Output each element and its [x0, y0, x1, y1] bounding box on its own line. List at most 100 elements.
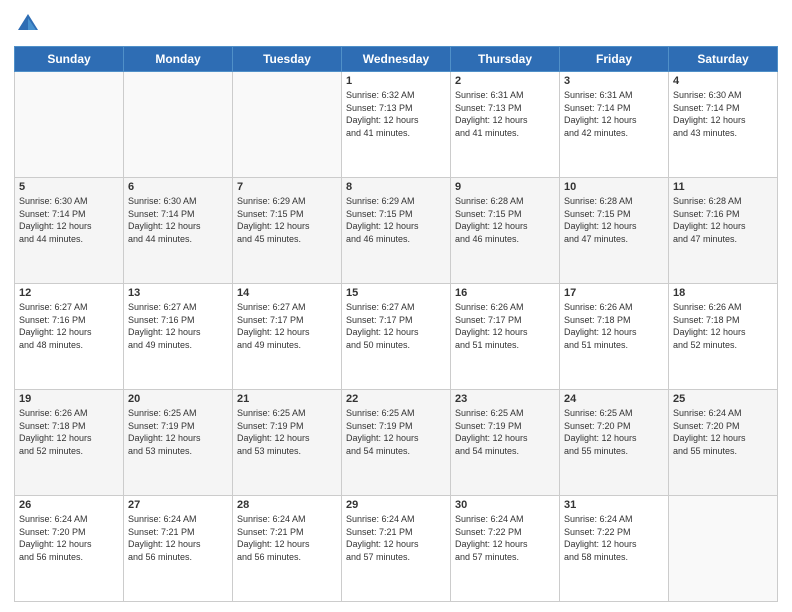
day-header-tuesday: Tuesday — [233, 47, 342, 72]
day-info: Sunrise: 6:25 AM Sunset: 7:19 PM Dayligh… — [128, 407, 228, 457]
day-cell: 4 Sunrise: 6:30 AM Sunset: 7:14 PM Daylig… — [669, 72, 778, 178]
day-number: 18 — [673, 287, 773, 299]
day-info: Sunrise: 6:24 AM Sunset: 7:21 PM Dayligh… — [237, 513, 337, 563]
day-number: 22 — [346, 393, 446, 405]
day-header-monday: Monday — [124, 47, 233, 72]
day-info: Sunrise: 6:26 AM Sunset: 7:18 PM Dayligh… — [19, 407, 119, 457]
day-cell: 9 Sunrise: 6:28 AM Sunset: 7:15 PM Daylig… — [451, 178, 560, 284]
day-cell: 6 Sunrise: 6:30 AM Sunset: 7:14 PM Daylig… — [124, 178, 233, 284]
week-row-5: 26Sunrise: 6:24 AM Sunset: 7:20 PM Dayli… — [15, 496, 778, 602]
day-info: Sunrise: 6:24 AM Sunset: 7:22 PM Dayligh… — [564, 513, 664, 563]
day-cell: 28 Sunrise: 6:24 AM Sunset: 7:21 PM Dayli… — [233, 496, 342, 602]
day-cell: 31 Sunrise: 6:24 AM Sunset: 7:22 PM Dayli… — [560, 496, 669, 602]
day-info: Sunrise: 6:28 AM Sunset: 7:15 PM Dayligh… — [564, 195, 664, 245]
day-info: Sunrise: 6:30 AM Sunset: 7:14 PM Dayligh… — [673, 89, 773, 139]
day-info: Sunrise: 6:32 AM Sunset: 7:13 PM Dayligh… — [346, 89, 446, 139]
day-cell: 26Sunrise: 6:24 AM Sunset: 7:20 PM Dayli… — [15, 496, 124, 602]
day-info: Sunrise: 6:29 AM Sunset: 7:15 PM Dayligh… — [346, 195, 446, 245]
day-info: Sunrise: 6:25 AM Sunset: 7:19 PM Dayligh… — [346, 407, 446, 457]
day-number: 17 — [564, 287, 664, 299]
day-info: Sunrise: 6:29 AM Sunset: 7:15 PM Dayligh… — [237, 195, 337, 245]
day-number: 29 — [346, 499, 446, 511]
day-cell: 13 Sunrise: 6:27 AM Sunset: 7:16 PM Dayli… — [124, 284, 233, 390]
day-cell: 1 Sunrise: 6:32 AM Sunset: 7:13 PM Daylig… — [342, 72, 451, 178]
day-number: 2 — [455, 75, 555, 87]
calendar-body: 1 Sunrise: 6:32 AM Sunset: 7:13 PM Daylig… — [15, 72, 778, 602]
day-number: 21 — [237, 393, 337, 405]
logo-icon — [14, 10, 42, 38]
day-header-saturday: Saturday — [669, 47, 778, 72]
day-info: Sunrise: 6:24 AM Sunset: 7:20 PM Dayligh… — [673, 407, 773, 457]
day-info: Sunrise: 6:27 AM Sunset: 7:16 PM Dayligh… — [19, 301, 119, 351]
day-info: Sunrise: 6:24 AM Sunset: 7:21 PM Dayligh… — [346, 513, 446, 563]
page: SundayMondayTuesdayWednesdayThursdayFrid… — [0, 0, 792, 612]
day-cell: 16 Sunrise: 6:26 AM Sunset: 7:17 PM Dayli… — [451, 284, 560, 390]
day-cell — [15, 72, 124, 178]
day-cell: 10 Sunrise: 6:28 AM Sunset: 7:15 PM Dayli… — [560, 178, 669, 284]
day-number: 10 — [564, 181, 664, 193]
day-number: 4 — [673, 75, 773, 87]
day-info: Sunrise: 6:31 AM Sunset: 7:13 PM Dayligh… — [455, 89, 555, 139]
day-number: 24 — [564, 393, 664, 405]
day-number: 11 — [673, 181, 773, 193]
day-number: 20 — [128, 393, 228, 405]
day-cell: 2 Sunrise: 6:31 AM Sunset: 7:13 PM Daylig… — [451, 72, 560, 178]
day-cell: 8 Sunrise: 6:29 AM Sunset: 7:15 PM Daylig… — [342, 178, 451, 284]
week-row-2: 5Sunrise: 6:30 AM Sunset: 7:14 PM Daylig… — [15, 178, 778, 284]
day-info: Sunrise: 6:27 AM Sunset: 7:17 PM Dayligh… — [346, 301, 446, 351]
day-number: 6 — [128, 181, 228, 193]
day-info: Sunrise: 6:31 AM Sunset: 7:14 PM Dayligh… — [564, 89, 664, 139]
day-number: 27 — [128, 499, 228, 511]
day-number: 15 — [346, 287, 446, 299]
day-cell: 30 Sunrise: 6:24 AM Sunset: 7:22 PM Dayli… — [451, 496, 560, 602]
day-info: Sunrise: 6:27 AM Sunset: 7:17 PM Dayligh… — [237, 301, 337, 351]
week-row-3: 12 Sunrise: 6:27 AM Sunset: 7:16 PM Dayli… — [15, 284, 778, 390]
day-number: 16 — [455, 287, 555, 299]
day-cell: 7 Sunrise: 6:29 AM Sunset: 7:15 PM Daylig… — [233, 178, 342, 284]
day-cell: 15 Sunrise: 6:27 AM Sunset: 7:17 PM Dayli… — [342, 284, 451, 390]
day-number: 25 — [673, 393, 773, 405]
day-number: 14 — [237, 287, 337, 299]
day-cell — [233, 72, 342, 178]
day-info: Sunrise: 6:24 AM Sunset: 7:22 PM Dayligh… — [455, 513, 555, 563]
day-number: 8 — [346, 181, 446, 193]
day-number: 30 — [455, 499, 555, 511]
day-cell: 11 Sunrise: 6:28 AM Sunset: 7:16 PM Dayli… — [669, 178, 778, 284]
day-info: Sunrise: 6:28 AM Sunset: 7:16 PM Dayligh… — [673, 195, 773, 245]
day-cell: 5Sunrise: 6:30 AM Sunset: 7:14 PM Daylig… — [15, 178, 124, 284]
day-info: Sunrise: 6:30 AM Sunset: 7:14 PM Dayligh… — [128, 195, 228, 245]
day-number: 7 — [237, 181, 337, 193]
day-cell — [669, 496, 778, 602]
day-number: 31 — [564, 499, 664, 511]
day-cell: 21 Sunrise: 6:25 AM Sunset: 7:19 PM Dayli… — [233, 390, 342, 496]
day-number: 13 — [128, 287, 228, 299]
day-cell: 29 Sunrise: 6:24 AM Sunset: 7:21 PM Dayli… — [342, 496, 451, 602]
day-number: 12 — [19, 287, 119, 299]
day-cell: 24Sunrise: 6:25 AM Sunset: 7:20 PM Dayli… — [560, 390, 669, 496]
day-cell: 20 Sunrise: 6:25 AM Sunset: 7:19 PM Dayli… — [124, 390, 233, 496]
logo — [14, 10, 46, 38]
day-info: Sunrise: 6:27 AM Sunset: 7:16 PM Dayligh… — [128, 301, 228, 351]
day-info: Sunrise: 6:30 AM Sunset: 7:14 PM Dayligh… — [19, 195, 119, 245]
day-cell — [124, 72, 233, 178]
day-cell: 19Sunrise: 6:26 AM Sunset: 7:18 PM Dayli… — [15, 390, 124, 496]
day-info: Sunrise: 6:26 AM Sunset: 7:17 PM Dayligh… — [455, 301, 555, 351]
week-row-1: 1 Sunrise: 6:32 AM Sunset: 7:13 PM Daylig… — [15, 72, 778, 178]
days-header-row: SundayMondayTuesdayWednesdayThursdayFrid… — [15, 47, 778, 72]
day-info: Sunrise: 6:25 AM Sunset: 7:19 PM Dayligh… — [237, 407, 337, 457]
week-row-4: 19Sunrise: 6:26 AM Sunset: 7:18 PM Dayli… — [15, 390, 778, 496]
day-cell: 25 Sunrise: 6:24 AM Sunset: 7:20 PM Dayli… — [669, 390, 778, 496]
day-cell: 3Sunrise: 6:31 AM Sunset: 7:14 PM Daylig… — [560, 72, 669, 178]
day-number: 9 — [455, 181, 555, 193]
day-number: 1 — [346, 75, 446, 87]
day-number: 28 — [237, 499, 337, 511]
day-cell: 27Sunrise: 6:24 AM Sunset: 7:21 PM Dayli… — [124, 496, 233, 602]
day-cell: 23Sunrise: 6:25 AM Sunset: 7:19 PM Dayli… — [451, 390, 560, 496]
day-cell: 17Sunrise: 6:26 AM Sunset: 7:18 PM Dayli… — [560, 284, 669, 390]
day-cell: 22 Sunrise: 6:25 AM Sunset: 7:19 PM Dayli… — [342, 390, 451, 496]
day-info: Sunrise: 6:28 AM Sunset: 7:15 PM Dayligh… — [455, 195, 555, 245]
day-cell: 18 Sunrise: 6:26 AM Sunset: 7:18 PM Dayli… — [669, 284, 778, 390]
header — [14, 10, 778, 38]
day-info: Sunrise: 6:26 AM Sunset: 7:18 PM Dayligh… — [673, 301, 773, 351]
day-cell: 14 Sunrise: 6:27 AM Sunset: 7:17 PM Dayli… — [233, 284, 342, 390]
